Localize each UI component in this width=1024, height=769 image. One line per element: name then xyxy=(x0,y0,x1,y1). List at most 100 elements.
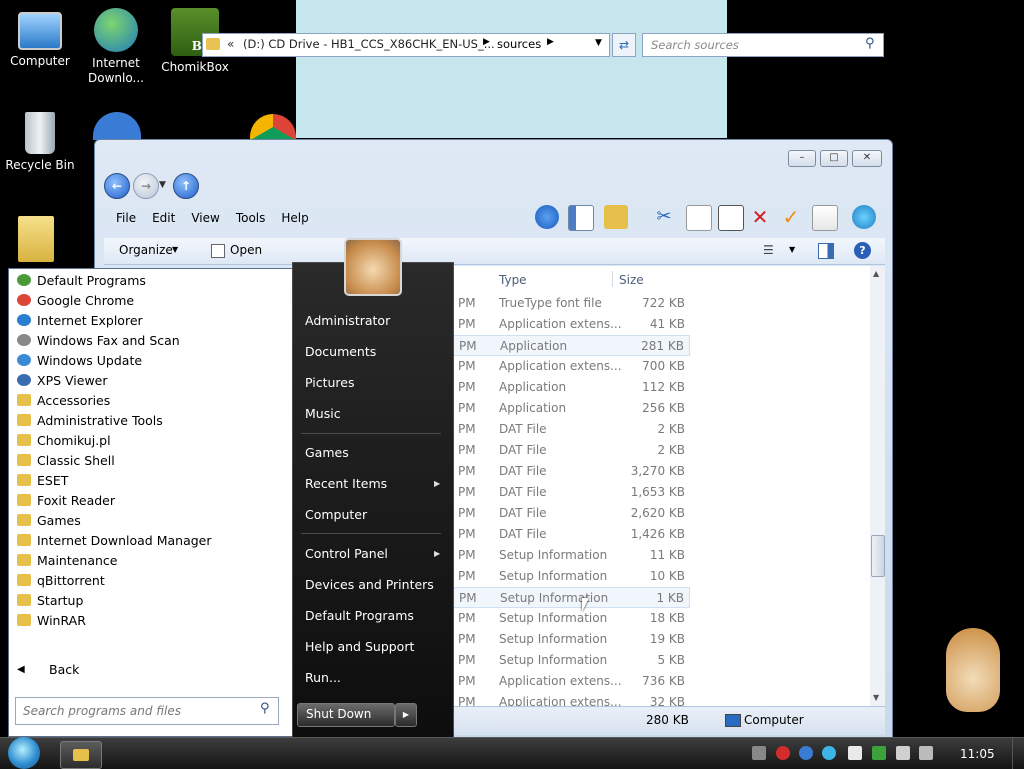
taskbar-explorer-button[interactable] xyxy=(60,741,102,769)
vertical-scrollbar[interactable]: ▲ ▼ xyxy=(870,266,885,706)
program-item[interactable]: Foxit Reader xyxy=(17,491,115,511)
search-input[interactable]: Search sources xyxy=(651,38,739,52)
search-icon[interactable]: ⚲ xyxy=(865,36,875,51)
program-item[interactable]: Internet Explorer xyxy=(17,311,143,331)
table-row[interactable]: PM Setup Information 11 KB xyxy=(452,545,690,566)
paste-icon[interactable] xyxy=(718,205,744,231)
shutdown-options-button[interactable]: ▶ xyxy=(395,703,417,727)
folder-options-icon[interactable] xyxy=(604,205,628,229)
program-item[interactable]: Internet Download Manager xyxy=(17,531,212,551)
organize-button[interactable]: Organize xyxy=(119,243,173,257)
desktop-icon-computer[interactable]: Computer xyxy=(0,8,80,69)
maximize-button[interactable]: □ xyxy=(820,150,848,167)
table-row[interactable]: PM Application extens... 736 KB xyxy=(452,671,690,692)
address-overflow[interactable]: « xyxy=(227,37,234,51)
program-item[interactable]: Games xyxy=(17,511,81,531)
search-box[interactable]: Search sources ⚲ xyxy=(642,33,884,57)
scroll-thumb[interactable] xyxy=(871,535,885,577)
tray-foxit-icon[interactable] xyxy=(776,746,790,760)
table-row[interactable]: PM DAT File 2 KB xyxy=(452,440,690,461)
menu-help[interactable]: Help xyxy=(281,204,308,232)
table-row[interactable]: PM DAT File 2 KB xyxy=(452,419,690,440)
close-button[interactable]: ✕ xyxy=(852,150,882,167)
start-right-item[interactable]: Control Panel xyxy=(305,544,388,564)
table-row[interactable]: PM Application 281 KB xyxy=(452,335,690,356)
qbittorrent-desktop-icon[interactable] xyxy=(93,112,141,140)
program-item[interactable]: Maintenance xyxy=(17,551,118,571)
chrome-desktop-icon[interactable] xyxy=(250,114,296,140)
tray-volume-muted-icon[interactable] xyxy=(919,746,933,760)
folder-desktop-icon[interactable] xyxy=(18,216,54,262)
start-search-input[interactable]: Search programs and files xyxy=(23,704,181,718)
breadcrumb-sources[interactable]: sources xyxy=(497,37,541,51)
taskbar-clock[interactable]: 11:05 xyxy=(960,747,995,761)
address-bar[interactable]: « (D:) CD Drive - HB1_CCS_X86CHK_EN-US_.… xyxy=(202,33,610,57)
program-item[interactable]: Classic Shell xyxy=(17,451,115,471)
column-type[interactable]: Type xyxy=(499,273,527,287)
search-icon[interactable]: ⚲ xyxy=(260,701,270,716)
start-right-item[interactable]: Computer xyxy=(305,505,367,525)
tray-network-icon[interactable] xyxy=(752,746,766,760)
scroll-down-arrow[interactable]: ▼ xyxy=(873,693,879,702)
table-row[interactable]: PM Setup Information 5 KB xyxy=(452,650,690,671)
tray-qbittorrent-icon[interactable] xyxy=(799,746,813,760)
program-item[interactable]: Startup xyxy=(17,591,83,611)
start-orb[interactable] xyxy=(8,737,40,769)
column-divider[interactable] xyxy=(612,271,613,287)
table-row[interactable]: PM Application 256 KB xyxy=(452,398,690,419)
back-button[interactable]: ← xyxy=(104,173,130,199)
delete-icon[interactable]: ✕ xyxy=(748,205,772,229)
table-row[interactable]: PM Setup Information 18 KB xyxy=(452,608,690,629)
address-dropdown-icon[interactable]: ▼ xyxy=(595,38,602,48)
table-row[interactable]: PM DAT File 3,270 KB xyxy=(452,461,690,482)
table-row[interactable]: PM Setup Information 1 KB xyxy=(452,587,690,608)
program-item[interactable]: Chomikuj.pl xyxy=(17,431,111,451)
properties-check-icon[interactable]: ✓ xyxy=(779,205,803,229)
start-right-item[interactable]: Games xyxy=(305,443,349,463)
chevron-right-icon[interactable]: ▶ xyxy=(547,37,554,47)
start-right-item[interactable]: Recent Items xyxy=(305,474,387,494)
refresh-button[interactable]: ⇄ xyxy=(612,33,636,57)
menu-edit[interactable]: Edit xyxy=(152,204,175,232)
preview-pane-icon[interactable] xyxy=(818,243,834,259)
desktop-icon-idm[interactable]: Internet Downlo... xyxy=(76,8,156,86)
minimize-button[interactable]: – xyxy=(788,150,816,167)
table-row[interactable]: PM DAT File 2,620 KB xyxy=(452,503,690,524)
tray-document-icon[interactable] xyxy=(848,746,862,760)
table-row[interactable]: PM TrueType font file 722 KB xyxy=(452,293,690,314)
menu-tools[interactable]: Tools xyxy=(236,204,266,232)
globe-icon[interactable] xyxy=(852,205,876,229)
program-item[interactable]: WinRAR xyxy=(17,611,86,631)
hamster-gadget[interactable] xyxy=(938,618,1008,718)
program-item[interactable]: Windows Fax and Scan xyxy=(17,331,180,351)
table-row[interactable]: PM Application extens... 700 KB xyxy=(452,356,690,377)
folders-pane-icon[interactable] xyxy=(568,205,594,231)
chevron-down-icon[interactable]: ▼ xyxy=(172,245,178,254)
start-right-item[interactable]: Devices and Printers xyxy=(305,575,434,595)
views-icon[interactable]: ☰ xyxy=(763,243,774,257)
menu-view[interactable]: View xyxy=(191,204,219,232)
help-icon[interactable]: ? xyxy=(854,242,871,259)
table-row[interactable]: PM Application 112 KB xyxy=(452,377,690,398)
breadcrumb-cd-drive[interactable]: (D:) CD Drive - HB1_CCS_X86CHK_EN-US_... xyxy=(243,37,495,51)
program-item[interactable]: Accessories xyxy=(17,391,110,411)
start-right-item[interactable]: Documents xyxy=(305,342,376,362)
program-item[interactable]: XPS Viewer xyxy=(17,371,108,391)
desktop-icon-recycle-bin[interactable]: Recycle Bin xyxy=(0,112,80,173)
copy-icon[interactable] xyxy=(686,205,712,231)
tray-security-icon[interactable] xyxy=(872,746,886,760)
show-desktop-button[interactable] xyxy=(1012,738,1024,769)
program-item[interactable]: Default Programs xyxy=(17,271,146,291)
start-right-item[interactable]: Music xyxy=(305,404,341,424)
table-row[interactable]: PM DAT File 1,653 KB xyxy=(452,482,690,503)
open-button[interactable]: Open xyxy=(230,243,262,257)
start-right-item[interactable]: Administrator xyxy=(305,311,390,331)
program-item[interactable]: qBittorrent xyxy=(17,571,105,591)
forward-button[interactable]: → xyxy=(133,173,159,199)
program-item[interactable]: ESET xyxy=(17,471,68,491)
up-button[interactable]: ↑ xyxy=(173,173,199,199)
start-right-item[interactable]: Run... xyxy=(305,668,341,688)
views-dropdown-icon[interactable]: ▼ xyxy=(789,245,795,254)
start-search-box[interactable]: Search programs and files ⚲ xyxy=(15,697,279,725)
tray-display-icon[interactable] xyxy=(896,746,910,760)
